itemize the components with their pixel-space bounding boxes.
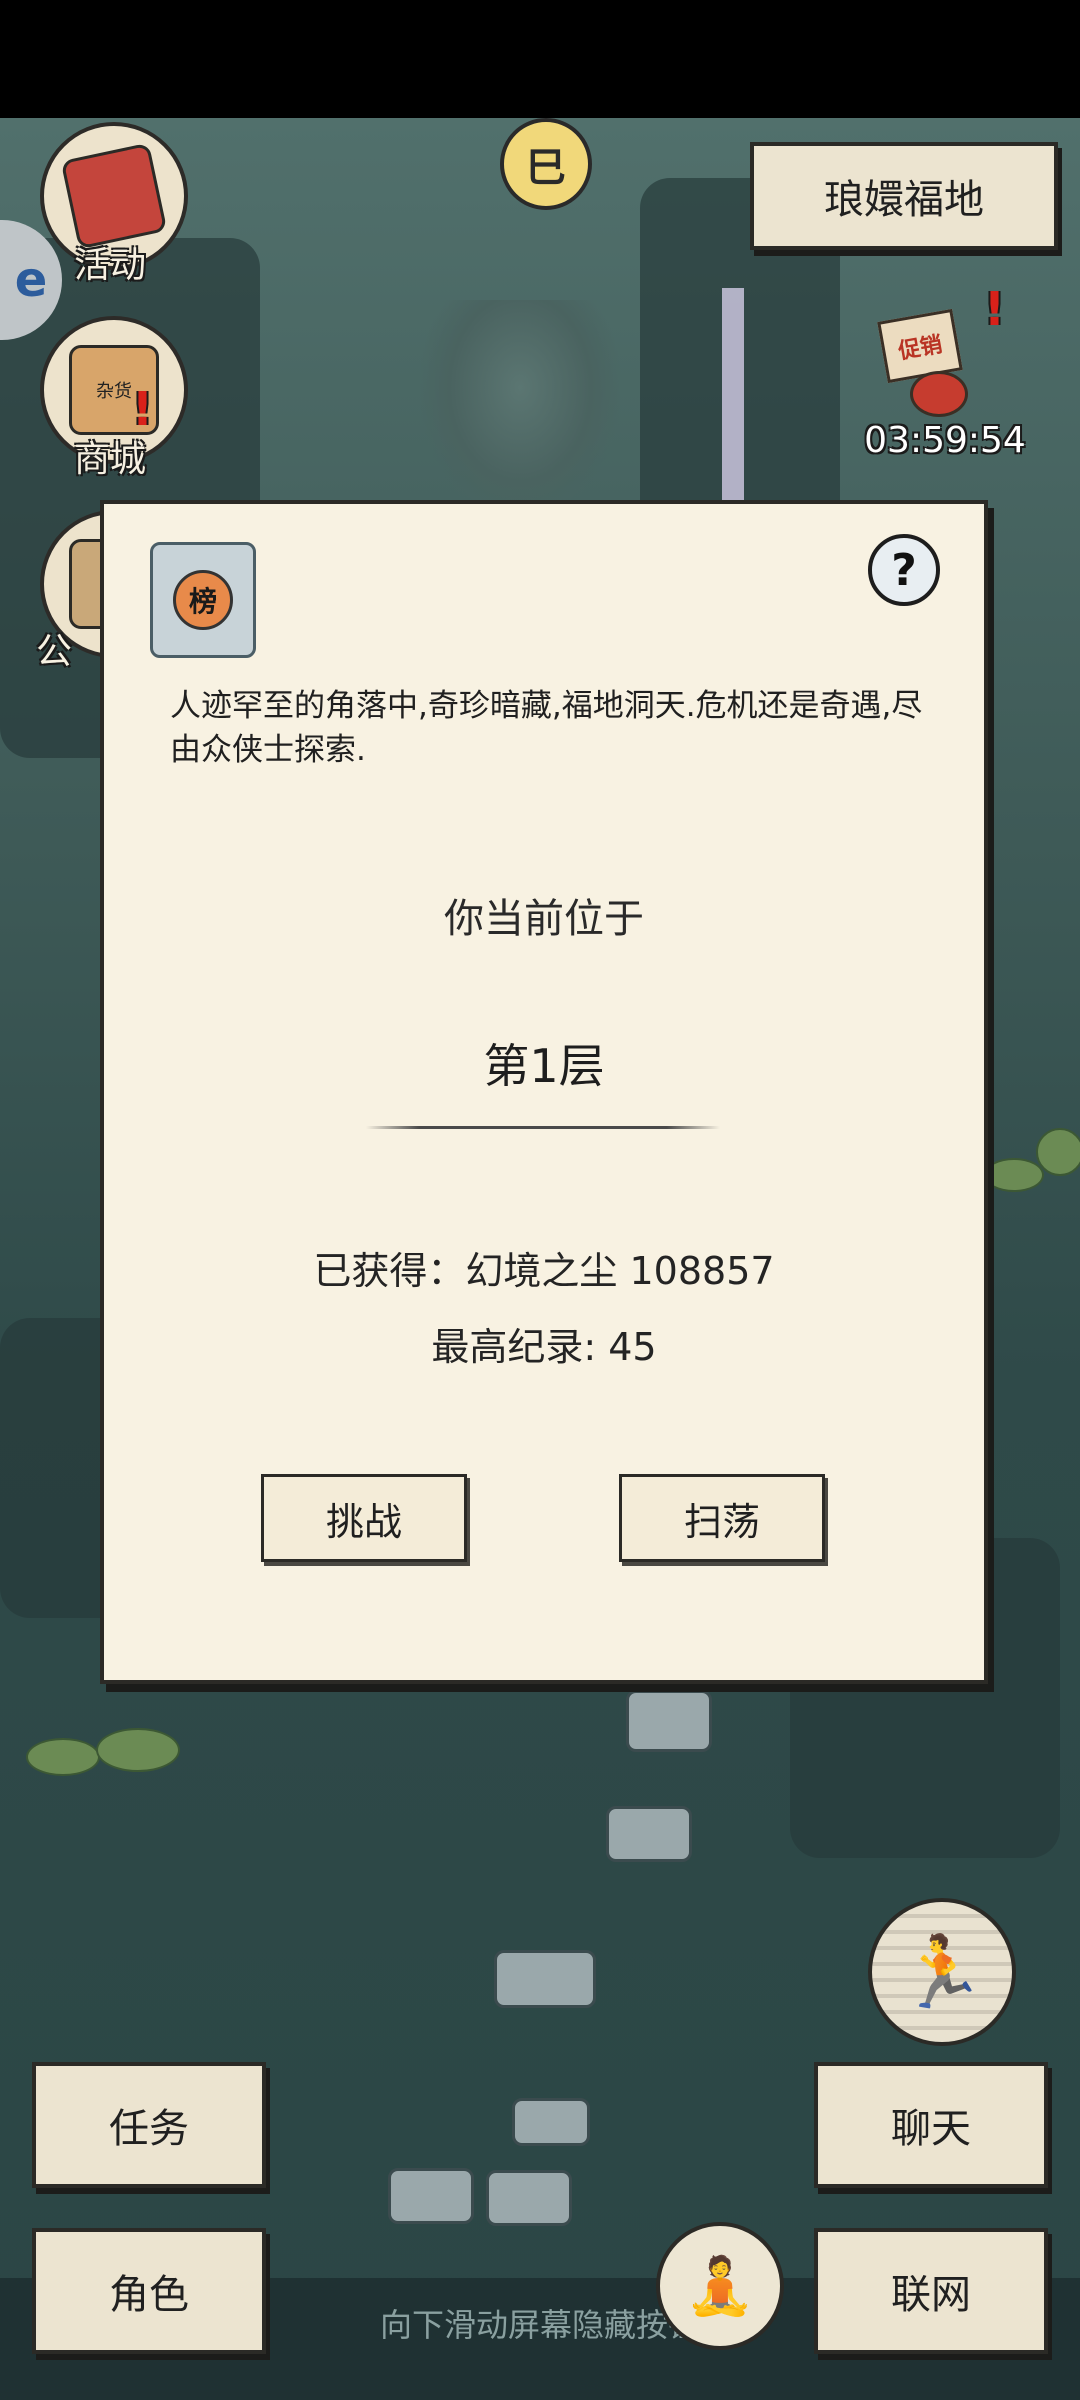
lily-pad (984, 1158, 1044, 1192)
ranking-scroll-icon[interactable]: 榜 (150, 542, 256, 658)
shop-label: 商城 (73, 439, 146, 480)
divider (366, 1126, 720, 1129)
flag-icon (60, 142, 168, 250)
location-button[interactable]: 琅嬛福地 (750, 142, 1058, 250)
stepping-stone (486, 2170, 572, 2226)
gift-bag-icon (910, 371, 968, 417)
stepping-stone (606, 1806, 692, 1862)
secret-realm-dialog: 榜 ? 人迹罕至的角落中,奇珍暗藏,福地洞天.危机还是奇遇,尽由众侠士探索. 你… (100, 500, 988, 1684)
promo-timer: 03:59:54 (864, 420, 1026, 461)
lily-pad (1036, 1128, 1080, 1176)
stepping-stone (388, 2168, 474, 2224)
lily-pad (26, 1738, 100, 1776)
stepping-stone (494, 1950, 596, 2008)
help-button[interactable]: ? (868, 534, 940, 606)
game-screen: 向下滑动屏幕隐藏按钮 e 活动 杂货 ! 商城 公 巳 琅嬛福地 促销 ! 03… (0, 0, 1080, 2400)
sweep-button[interactable]: 扫荡 (619, 1474, 825, 1562)
stepping-stone (512, 2098, 590, 2146)
sun-glyph: 巳 (526, 145, 566, 191)
lily-pad (96, 1728, 180, 1772)
running-icon[interactable]: 🏃 (868, 1898, 1016, 2046)
shop-sign: 杂货 (96, 381, 132, 402)
network-button[interactable]: 联网 (814, 2228, 1048, 2354)
obtained-reward: 已获得：幻境之尘 108857 (313, 1249, 775, 1293)
current-floor: 第1层 (483, 1039, 605, 1093)
statue-figure (420, 300, 620, 520)
quest-button[interactable]: 任务 (32, 2062, 266, 2188)
question-mark-icon: ? (891, 544, 917, 596)
best-record: 最高纪录: 45 (431, 1325, 657, 1369)
stepping-stone (626, 1690, 712, 1752)
activity-label: 活动 (73, 245, 146, 286)
status-bar (0, 0, 1080, 118)
promo-alert-icon: ! (984, 282, 1005, 336)
challenge-button[interactable]: 挑战 (261, 1474, 467, 1562)
location-label: 你当前位于 (444, 896, 644, 942)
shop-alert-icon: ! (132, 382, 153, 436)
ranking-seal: 榜 (173, 570, 233, 630)
promotion-button[interactable]: 促销 (870, 305, 980, 417)
realm-description: 人迹罕至的角落中,奇珍暗藏,福地洞天.危机还是奇遇,尽由众侠士探索. (170, 688, 923, 768)
character-button[interactable]: 角色 (32, 2228, 266, 2354)
pavilion-label: 公 (35, 631, 72, 672)
chat-button[interactable]: 聊天 (814, 2062, 1048, 2188)
meditate-icon[interactable]: 🧘 (656, 2222, 784, 2350)
time-of-day-icon[interactable]: 巳 (500, 118, 592, 210)
